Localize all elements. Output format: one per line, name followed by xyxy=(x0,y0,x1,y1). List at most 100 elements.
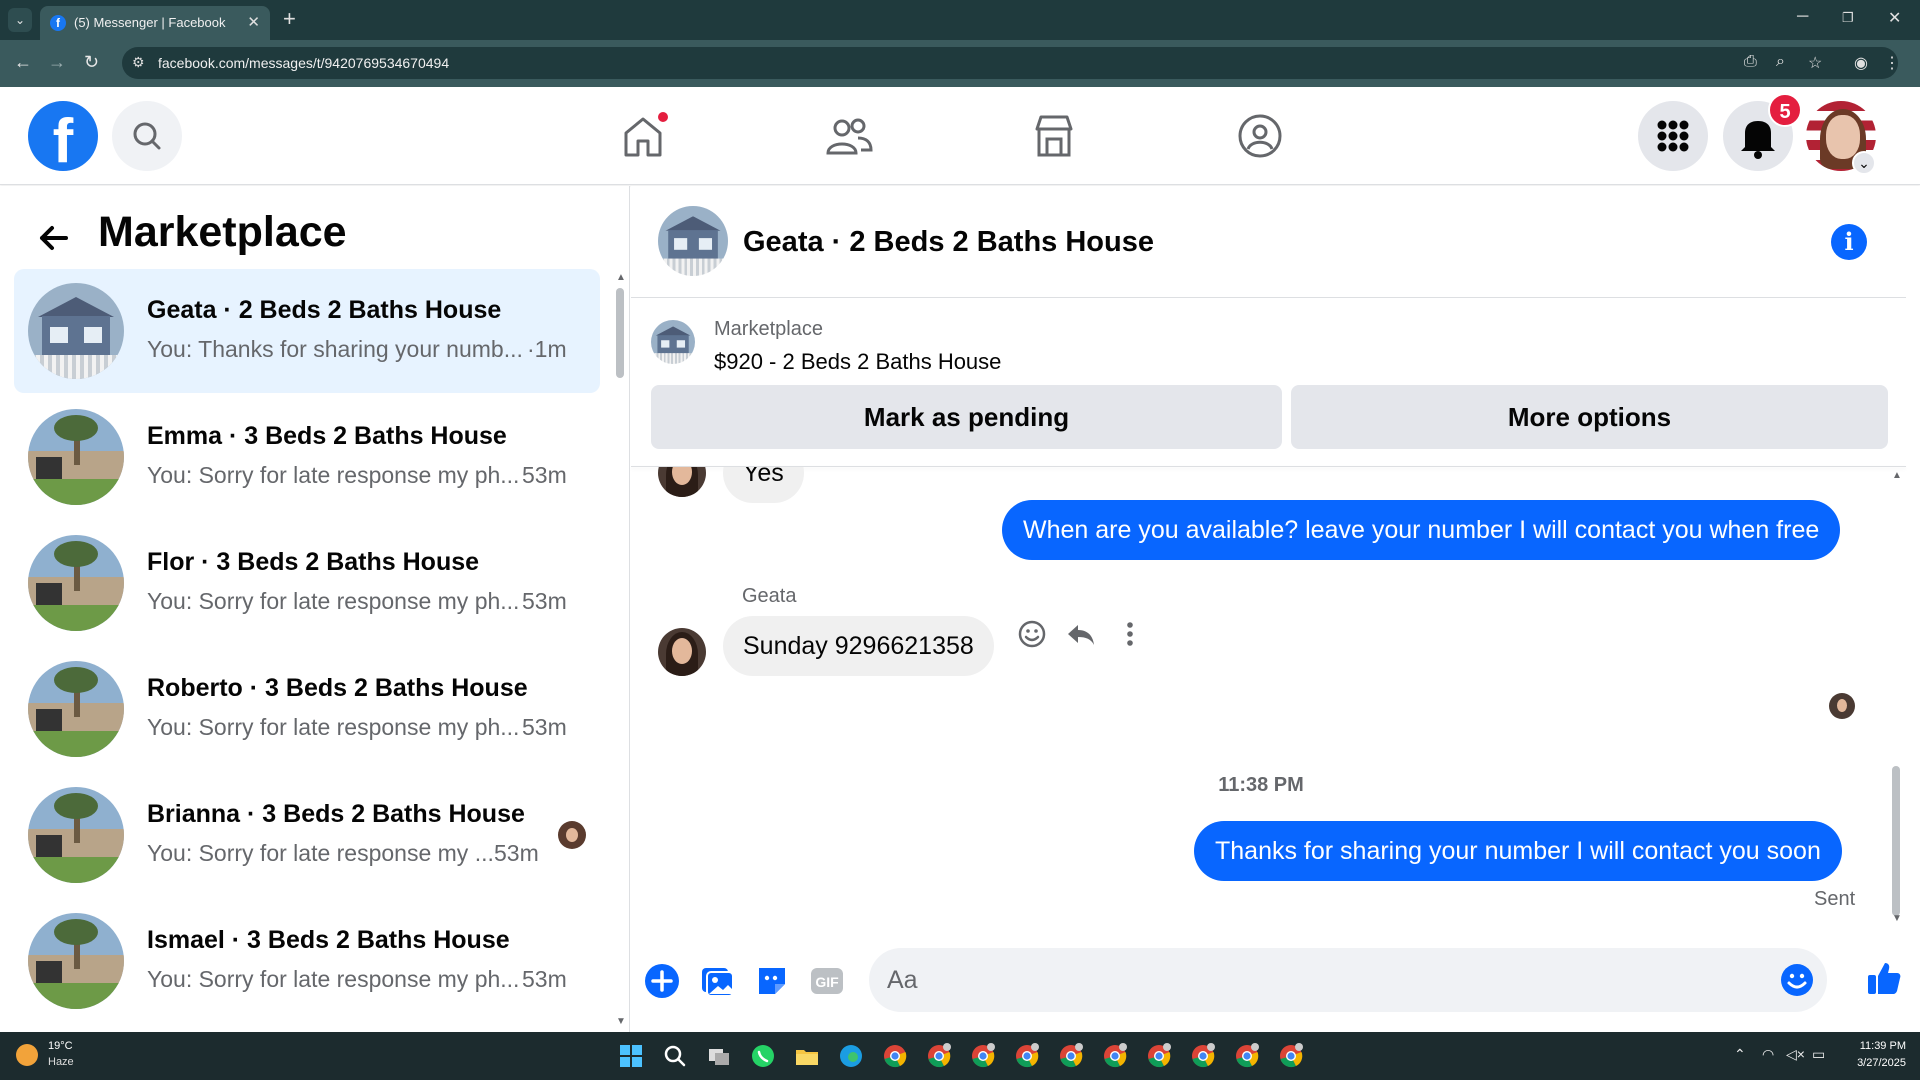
menu-dots-icon[interactable]: ⋮ xyxy=(1884,53,1900,73)
friends-icon[interactable] xyxy=(824,111,874,161)
photo-gallery-icon[interactable] xyxy=(698,962,736,1000)
sender-name: Geata xyxy=(742,585,797,607)
install-app-icon[interactable]: ⎙ xyxy=(1744,53,1757,71)
tab-close-icon[interactable]: ✕ xyxy=(247,13,260,31)
facebook-logo[interactable]: f xyxy=(28,101,98,171)
message-thread: Yes When are you available? leave your n… xyxy=(631,467,1906,937)
listing-thumbnail xyxy=(28,535,124,631)
chat-title[interactable]: Geata · 2 Beds 2 Baths House xyxy=(743,226,1154,259)
conversation-item-emma[interactable]: Emma · 3 Beds 2 Baths House You: Sorry f… xyxy=(14,395,600,519)
message-input[interactable] xyxy=(887,962,1767,998)
outgoing-message: When are you available? leave your numbe… xyxy=(1002,500,1841,560)
profile-icon[interactable]: ◉ xyxy=(1854,53,1868,73)
tray-overflow-chevron-icon[interactable]: ⌃ xyxy=(1734,1046,1746,1063)
weather-condition: Haze xyxy=(48,1056,74,1068)
chrome-profile-icon[interactable] xyxy=(1057,1042,1085,1070)
emoji-icon[interactable] xyxy=(1779,962,1815,998)
conversation-item-geata[interactable]: Geata · 2 Beds 2 Baths House You: Thanks… xyxy=(14,269,600,393)
listing-thumbnail[interactable] xyxy=(651,320,695,364)
chrome-icon[interactable] xyxy=(881,1042,909,1070)
info-icon[interactable]: i xyxy=(1831,224,1867,260)
chrome-profile-icon[interactable] xyxy=(1277,1042,1305,1070)
more-options-button[interactable]: More options xyxy=(1291,385,1888,449)
bookmark-star-icon[interactable]: ☆ xyxy=(1808,53,1822,73)
back-arrow-icon[interactable] xyxy=(36,220,72,263)
groups-icon[interactable] xyxy=(1235,111,1285,161)
forward-icon[interactable]: → xyxy=(48,52,66,73)
browser-tab-messenger[interactable]: f (5) Messenger | Facebook ✕ xyxy=(40,6,270,40)
chrome-profile-icon[interactable] xyxy=(969,1042,997,1070)
conversation-item-brianna[interactable]: Brianna · 3 Beds 2 Baths House You: Sorr… xyxy=(14,773,600,897)
chat-listing-avatar[interactable] xyxy=(658,206,728,276)
conversation-time: 53m xyxy=(522,714,567,740)
clock-time: 11:39 PM xyxy=(1859,1040,1906,1052)
conversation-name: Flor · 3 Beds 2 Baths House xyxy=(147,548,480,576)
search-icon xyxy=(133,122,161,150)
read-receipt-avatar xyxy=(1829,693,1855,719)
avatar xyxy=(658,467,706,497)
chrome-profile-icon[interactable] xyxy=(1145,1042,1173,1070)
conversation-preview: You: Sorry for late response my ph... xyxy=(147,588,520,614)
search-button[interactable] xyxy=(112,101,182,171)
menu-button[interactable] xyxy=(1638,101,1708,171)
edge-browser-icon[interactable] xyxy=(837,1042,865,1070)
conversation-preview: You: Sorry for late response my ph... xyxy=(147,966,520,992)
chrome-profile-icon[interactable] xyxy=(1013,1042,1041,1070)
minimize-icon[interactable]: ─ xyxy=(1797,8,1808,26)
thumbs-up-icon[interactable] xyxy=(1864,958,1904,998)
task-view-icon[interactable] xyxy=(705,1042,733,1070)
back-icon[interactable]: ← xyxy=(14,52,32,73)
conversation-item-ismael[interactable]: Ismael · 3 Beds 2 Baths House You: Sorry… xyxy=(14,899,600,1023)
conversation-preview: You: Sorry for late response my ph... xyxy=(147,462,520,488)
conversation-time: 53m xyxy=(522,462,567,488)
system-clock[interactable]: 11:39 PM 3/27/2025 xyxy=(1836,1038,1906,1072)
scroll-up-arrow-icon[interactable]: ▲ xyxy=(1892,470,1902,481)
reply-icon[interactable] xyxy=(1064,617,1098,651)
new-tab-button[interactable]: + xyxy=(283,8,296,30)
marketplace-label: Marketplace xyxy=(714,318,823,340)
whatsapp-icon[interactable] xyxy=(749,1042,777,1070)
wifi-icon[interactable]: ◠ xyxy=(1762,1046,1774,1063)
chrome-profile-icon[interactable] xyxy=(1101,1042,1129,1070)
scroll-down-arrow-icon[interactable]: ▼ xyxy=(616,1016,626,1027)
windows-start-icon[interactable] xyxy=(617,1042,645,1070)
add-plus-icon[interactable] xyxy=(643,962,681,1000)
react-emoji-icon[interactable] xyxy=(1015,617,1049,651)
more-actions-icon[interactable] xyxy=(1113,617,1147,651)
conversation-time: 53m xyxy=(522,588,567,614)
conversation-preview: You: Sorry for late response my ph... xyxy=(147,714,520,740)
conversation-time: ·1m xyxy=(527,336,567,362)
search-icon[interactable] xyxy=(661,1042,689,1070)
zoom-icon[interactable]: ⌕ xyxy=(1776,53,1785,71)
window-close-icon[interactable]: ✕ xyxy=(1888,8,1901,28)
battery-icon[interactable]: ▭ xyxy=(1812,1046,1825,1063)
listing-thumbnail xyxy=(28,283,124,379)
reload-icon[interactable]: ↻ xyxy=(84,52,99,73)
conversation-item-flor[interactable]: Flor · 3 Beds 2 Baths House You: Sorry f… xyxy=(14,521,600,645)
chrome-profile-icon[interactable] xyxy=(925,1042,953,1070)
tab-list-button[interactable]: ⌄ xyxy=(8,8,32,32)
chrome-profile-icon[interactable] xyxy=(1189,1042,1217,1070)
address-bar[interactable]: ⚙ facebook.com/messages/t/94207695346704… xyxy=(122,47,1900,79)
sidebar-scrollbar[interactable] xyxy=(616,288,624,378)
scroll-up-arrow-icon[interactable]: ▲ xyxy=(616,272,626,283)
page-title: Marketplace xyxy=(98,208,347,256)
app-grid-icon xyxy=(1657,120,1689,152)
weather-haze-icon xyxy=(16,1044,38,1066)
restore-icon[interactable]: ❐ xyxy=(1842,10,1854,26)
chat-scrollbar[interactable] xyxy=(1892,766,1900,916)
gif-icon[interactable]: GIF xyxy=(808,962,846,1000)
chevron-down-icon[interactable]: ⌄ xyxy=(1852,151,1876,175)
tab-title: (5) Messenger | Facebook xyxy=(74,15,226,30)
sticker-icon[interactable] xyxy=(753,962,791,1000)
conversation-item-roberto[interactable]: Roberto · 3 Beds 2 Baths House You: Sorr… xyxy=(14,647,600,771)
listing-title[interactable]: $920 - 2 Beds 2 Baths House xyxy=(714,349,1001,375)
scroll-down-arrow-icon[interactable]: ▼ xyxy=(1892,913,1902,924)
mark-as-pending-button[interactable]: Mark as pending xyxy=(651,385,1282,449)
site-info-icon[interactable]: ⚙ xyxy=(132,54,145,71)
chrome-profile-icon[interactable] xyxy=(1233,1042,1261,1070)
volume-muted-icon[interactable]: ◁× xyxy=(1786,1046,1805,1063)
file-explorer-icon[interactable] xyxy=(793,1042,821,1070)
marketplace-icon[interactable] xyxy=(1029,111,1079,161)
message-composer[interactable] xyxy=(869,948,1827,1012)
